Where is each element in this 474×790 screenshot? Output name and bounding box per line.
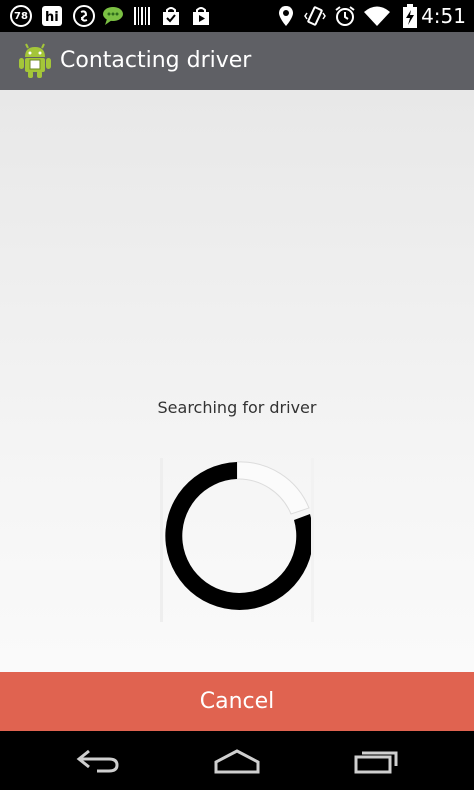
action-bar: Contacting driver [0, 32, 474, 90]
back-icon[interactable] [68, 745, 128, 777]
barcode-icon [132, 4, 152, 28]
shopping-bag-icon [160, 4, 182, 28]
alarm-icon [334, 4, 356, 28]
vibrate-icon [304, 4, 326, 28]
hi-app-icon: hi [40, 4, 64, 28]
wifi-icon [362, 4, 392, 28]
notification-count-icon: 78 [8, 4, 34, 28]
play-store-icon [190, 4, 212, 28]
chat-icon [100, 4, 126, 28]
progress-spinner-icon [160, 458, 314, 622]
home-icon[interactable] [207, 745, 267, 777]
status-text: Searching for driver [157, 398, 317, 417]
clock: 4:51 [421, 4, 466, 28]
shazam-icon [72, 4, 96, 28]
location-icon [276, 4, 296, 28]
status-bar: 78 hi 4:51 [0, 0, 474, 32]
cancel-button[interactable]: Cancel [0, 672, 474, 731]
notification-count-text: 78 [14, 10, 28, 22]
battery-charging-icon [402, 4, 418, 28]
svg-text:hi: hi [45, 10, 59, 25]
android-app-icon[interactable] [18, 43, 52, 79]
content-area: Searching for driver [0, 90, 474, 672]
page-title: Contacting driver [60, 48, 252, 73]
navigation-bar [0, 731, 474, 790]
recent-apps-icon[interactable] [346, 745, 406, 777]
